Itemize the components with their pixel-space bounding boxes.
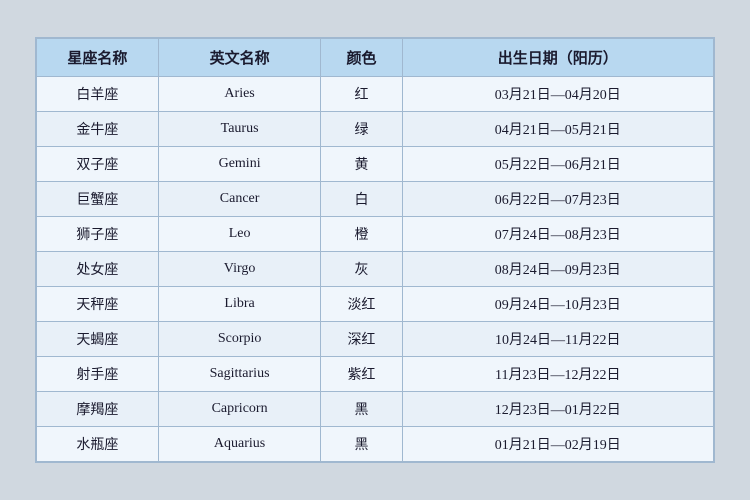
cell-zh: 摩羯座: [37, 392, 159, 427]
cell-date: 05月22日—06月21日: [402, 147, 713, 182]
cell-date: 07月24日—08月23日: [402, 217, 713, 252]
cell-date: 10月24日—11月22日: [402, 322, 713, 357]
cell-color: 红: [321, 77, 402, 112]
cell-zh: 天蝎座: [37, 322, 159, 357]
header-color: 颜色: [321, 39, 402, 77]
table-row: 白羊座Aries红03月21日—04月20日: [37, 77, 714, 112]
table-row: 狮子座Leo橙07月24日—08月23日: [37, 217, 714, 252]
zodiac-table: 星座名称 英文名称 颜色 出生日期（阳历） 白羊座Aries红03月21日—04…: [36, 38, 714, 462]
cell-zh: 金牛座: [37, 112, 159, 147]
cell-color: 黑: [321, 427, 402, 462]
cell-en: Aquarius: [158, 427, 320, 462]
cell-zh: 射手座: [37, 357, 159, 392]
table-row: 水瓶座Aquarius黑01月21日—02月19日: [37, 427, 714, 462]
cell-en: Virgo: [158, 252, 320, 287]
cell-date: 08月24日—09月23日: [402, 252, 713, 287]
cell-color: 橙: [321, 217, 402, 252]
header-date: 出生日期（阳历）: [402, 39, 713, 77]
cell-color: 灰: [321, 252, 402, 287]
cell-color: 黑: [321, 392, 402, 427]
cell-date: 11月23日—12月22日: [402, 357, 713, 392]
table-row: 天蝎座Scorpio深红10月24日—11月22日: [37, 322, 714, 357]
table-row: 天秤座Libra淡红09月24日—10月23日: [37, 287, 714, 322]
zodiac-table-container: 星座名称 英文名称 颜色 出生日期（阳历） 白羊座Aries红03月21日—04…: [35, 37, 715, 463]
cell-en: Gemini: [158, 147, 320, 182]
cell-date: 01月21日—02月19日: [402, 427, 713, 462]
cell-date: 12月23日—01月22日: [402, 392, 713, 427]
cell-date: 03月21日—04月20日: [402, 77, 713, 112]
table-row: 巨蟹座Cancer白06月22日—07月23日: [37, 182, 714, 217]
cell-en: Taurus: [158, 112, 320, 147]
cell-color: 绿: [321, 112, 402, 147]
table-row: 金牛座Taurus绿04月21日—05月21日: [37, 112, 714, 147]
cell-date: 06月22日—07月23日: [402, 182, 713, 217]
cell-color: 白: [321, 182, 402, 217]
table-header-row: 星座名称 英文名称 颜色 出生日期（阳历）: [37, 39, 714, 77]
table-row: 摩羯座Capricorn黑12月23日—01月22日: [37, 392, 714, 427]
cell-zh: 双子座: [37, 147, 159, 182]
header-zh: 星座名称: [37, 39, 159, 77]
cell-en: Leo: [158, 217, 320, 252]
cell-en: Scorpio: [158, 322, 320, 357]
cell-zh: 巨蟹座: [37, 182, 159, 217]
cell-en: Libra: [158, 287, 320, 322]
cell-en: Capricorn: [158, 392, 320, 427]
table-row: 处女座Virgo灰08月24日—09月23日: [37, 252, 714, 287]
cell-date: 09月24日—10月23日: [402, 287, 713, 322]
cell-color: 紫红: [321, 357, 402, 392]
cell-color: 淡红: [321, 287, 402, 322]
cell-en: Aries: [158, 77, 320, 112]
cell-zh: 白羊座: [37, 77, 159, 112]
cell-en: Sagittarius: [158, 357, 320, 392]
table-row: 双子座Gemini黄05月22日—06月21日: [37, 147, 714, 182]
cell-date: 04月21日—05月21日: [402, 112, 713, 147]
cell-zh: 天秤座: [37, 287, 159, 322]
cell-zh: 水瓶座: [37, 427, 159, 462]
cell-zh: 处女座: [37, 252, 159, 287]
cell-color: 深红: [321, 322, 402, 357]
cell-en: Cancer: [158, 182, 320, 217]
header-en: 英文名称: [158, 39, 320, 77]
cell-color: 黄: [321, 147, 402, 182]
cell-zh: 狮子座: [37, 217, 159, 252]
table-row: 射手座Sagittarius紫红11月23日—12月22日: [37, 357, 714, 392]
